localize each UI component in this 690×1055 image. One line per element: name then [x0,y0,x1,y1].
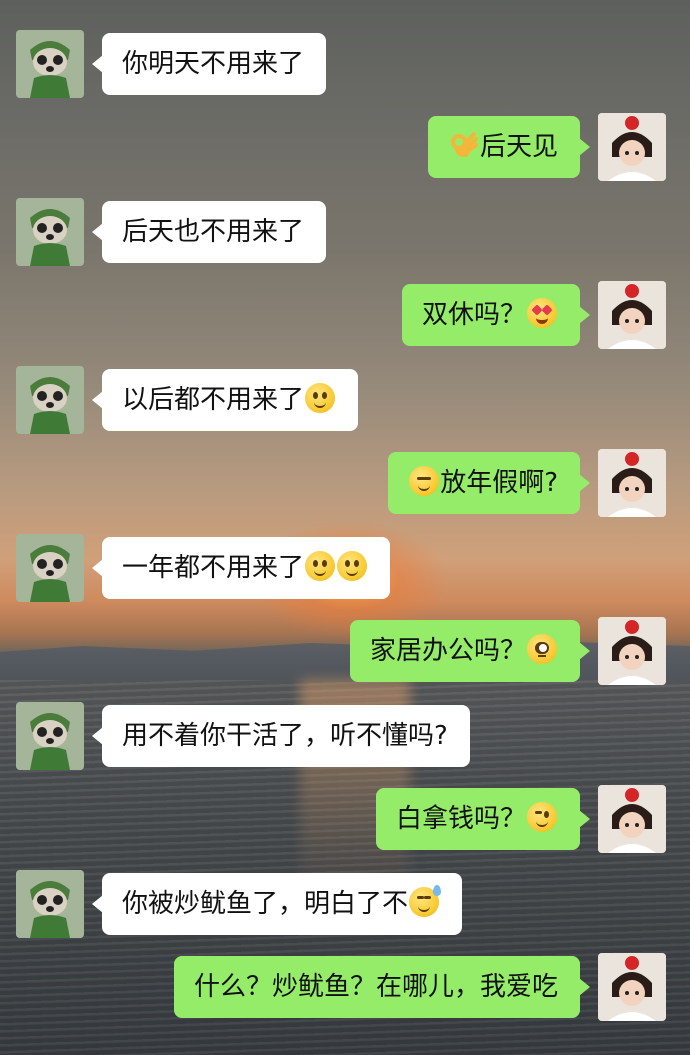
message-bubble-outgoing[interactable]: 白拿钱吗？ [375,788,591,850]
sweat-icon [409,885,442,917]
message-row: 你明天不用来了 [0,30,690,100]
message-text: 家居办公吗？ [369,636,526,666]
avatar[interactable] [598,281,666,349]
message-bubble-incoming[interactable]: 以后都不用来了 [91,369,359,431]
message-text: 用不着你干活了，听不懂吗? [122,721,448,751]
heart-eyes-icon [527,298,557,328]
thinking-icon [527,802,557,832]
message-row: 什么？炒鱿鱼？在哪儿，我爱吃 [0,953,690,1023]
message-text: 一年都不用来了 [122,553,305,583]
message-row: 后天见 [0,113,690,183]
flushed-icon [527,634,557,664]
avatar[interactable] [16,198,84,266]
message-text: 放年假啊? [440,468,558,498]
message-bubble-incoming[interactable]: 用不着你干活了，听不懂吗? [92,705,470,767]
message-text: 白拿钱吗？ [395,804,526,834]
message-text: 以后都不用来了 [122,385,305,415]
smile-icon [305,551,336,581]
message-row: 你被炒鱿鱼了，明白了不 [0,870,690,940]
avatar[interactable] [598,113,666,181]
message-bubble-incoming[interactable]: 后天也不用来了 [91,201,327,263]
message-text: 后天见 [479,132,558,162]
avatar[interactable] [598,449,666,517]
message-row: 家居办公吗？ [0,617,690,687]
message-row: 以后都不用来了 [0,366,690,436]
message-bubble-incoming[interactable]: 一年都不用来了 [91,537,391,599]
smile-icon [337,551,368,581]
message-row: 后天也不用来了 [0,198,690,268]
message-text: 后天也不用来了 [122,217,305,247]
avatar[interactable] [16,366,84,434]
message-bubble-outgoing[interactable]: 后天见 [427,116,591,178]
message-text: 你明天不用来了 [122,49,305,79]
message-bubble-outgoing[interactable]: 双休吗？ [401,284,591,346]
ok-hand-icon [448,121,478,157]
smile-icon [305,383,336,413]
message-bubble-incoming[interactable]: 你明天不用来了 [91,33,327,95]
message-text: 双休吗？ [421,300,526,330]
avatar[interactable] [16,534,84,602]
avatar[interactable] [598,785,666,853]
message-row: 一年都不用来了 [0,534,690,604]
message-row: 放年假啊? [0,449,690,519]
avatar[interactable] [16,702,84,770]
message-row: 用不着你干活了，听不懂吗? [0,702,690,772]
message-bubble-outgoing[interactable]: 放年假啊? [388,452,590,514]
avatar[interactable] [598,953,666,1021]
squint-smile-icon [409,466,440,496]
message-text: 你被炒鱿鱼了，明白了不 [122,889,409,919]
message-bubble-incoming[interactable]: 你被炒鱿鱼了，明白了不 [91,873,463,935]
message-row: 双休吗？ [0,281,690,351]
avatar[interactable] [598,617,666,685]
message-bubble-outgoing[interactable]: 家居办公吗？ [349,620,591,682]
message-text: 什么？炒鱿鱼？在哪儿，我爱吃 [193,972,558,1002]
avatar[interactable] [16,30,84,98]
avatar[interactable] [16,870,84,938]
message-bubble-outgoing[interactable]: 什么？炒鱿鱼？在哪儿，我爱吃 [173,956,591,1018]
message-row: 白拿钱吗？ [0,785,690,855]
